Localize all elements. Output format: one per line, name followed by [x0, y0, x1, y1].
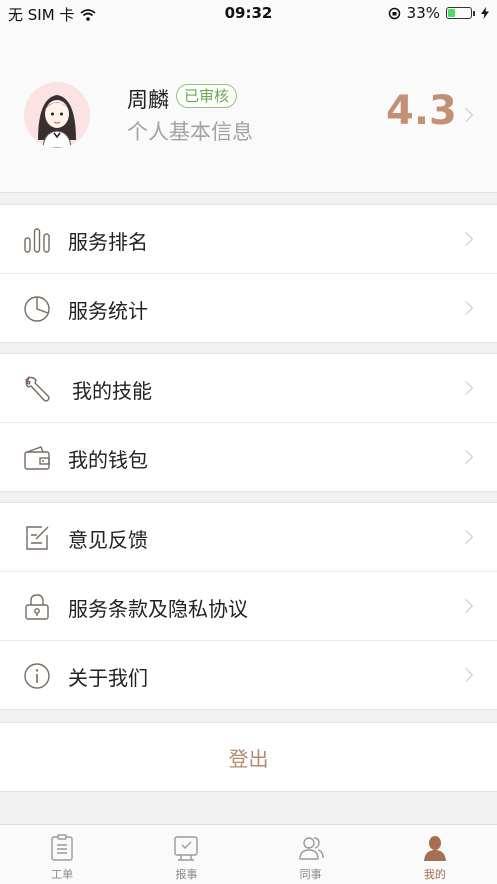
tab-label: 报事 [175, 868, 198, 881]
menu-item-label: 关于我们 [68, 666, 148, 690]
tab-label: 我的 [423, 868, 446, 881]
info-icon [24, 663, 50, 689]
pie-chart-icon [24, 296, 50, 322]
chevron-right-icon [458, 300, 474, 316]
chevron-right-icon [458, 380, 474, 396]
wallet-icon [24, 446, 50, 470]
wrench-icon [25, 376, 50, 402]
logout-button[interactable]: 登出 [0, 722, 497, 792]
menu-item-label: 服务统计 [68, 299, 148, 323]
profile-subtitle: 个人基本信息 [127, 120, 253, 144]
tab-label: 工单 [51, 868, 74, 881]
profile-header[interactable]: 周麟 已审核 个人基本信息 4.3 [0, 26, 497, 193]
clipboard-icon [51, 834, 73, 861]
menu-item-service-stats[interactable]: 服务统计 [0, 274, 497, 342]
chevron-right-icon [458, 598, 474, 614]
user-name: 周麟 [127, 88, 169, 112]
tab-label: 同事 [299, 868, 322, 881]
menu-item-label: 我的技能 [72, 379, 152, 403]
report-icon [174, 836, 199, 861]
avatar-illustration [24, 82, 90, 148]
menu-group-account: 我的技能 我的钱包 [0, 353, 497, 492]
lock-icon [25, 594, 49, 620]
menu-item-label: 我的钱包 [68, 448, 148, 472]
charging-icon [481, 7, 489, 19]
menu-item-service-ranking[interactable]: 服务排名 [0, 205, 497, 274]
avatar[interactable] [24, 82, 90, 148]
chevron-right-icon [458, 667, 474, 683]
menu-item-label: 服务排名 [68, 230, 148, 254]
logout-label: 登出 [228, 747, 269, 771]
tab-report[interactable]: 报事 [124, 825, 248, 884]
menu-item-terms-privacy[interactable]: 服务条款及隐私协议 [0, 572, 497, 641]
menu-item-about-us[interactable]: 关于我们 [0, 641, 497, 709]
bar-chart-icon [24, 228, 50, 253]
menu-item-label: 意见反馈 [68, 528, 148, 552]
orientation-lock-icon [388, 7, 400, 19]
feedback-edit-icon [26, 526, 49, 550]
profile-icon [423, 836, 446, 861]
menu-item-my-skills[interactable]: 我的技能 [0, 354, 497, 423]
colleagues-icon [298, 837, 324, 860]
chevron-right-icon [458, 449, 474, 465]
battery-percent: 33% [406, 4, 440, 22]
menu-item-feedback[interactable]: 意见反馈 [0, 503, 497, 572]
tab-work-orders[interactable]: 工单 [0, 825, 124, 884]
tab-colleagues[interactable]: 同事 [249, 825, 373, 884]
menu-item-label: 服务条款及隐私协议 [68, 597, 248, 621]
menu-group-stats: 服务排名 服务统计 [0, 204, 497, 343]
service-rating: 4.3 [386, 88, 457, 134]
verified-badge: 已审核 [176, 84, 238, 108]
menu-item-my-wallet[interactable]: 我的钱包 [0, 423, 497, 491]
chevron-right-icon [458, 231, 474, 247]
battery-icon [446, 7, 472, 19]
tab-mine[interactable]: 我的 [373, 825, 497, 884]
menu-group-support: 意见反馈 服务条款及隐私协议 关于我们 [0, 502, 497, 710]
chevron-right-icon [458, 107, 474, 123]
status-bar: 无 SIM 卡 09:32 33% [0, 0, 497, 26]
chevron-right-icon [458, 529, 474, 545]
battery-fill [448, 9, 455, 17]
tab-bar: 工单 报事 同事 我的 [0, 824, 497, 884]
